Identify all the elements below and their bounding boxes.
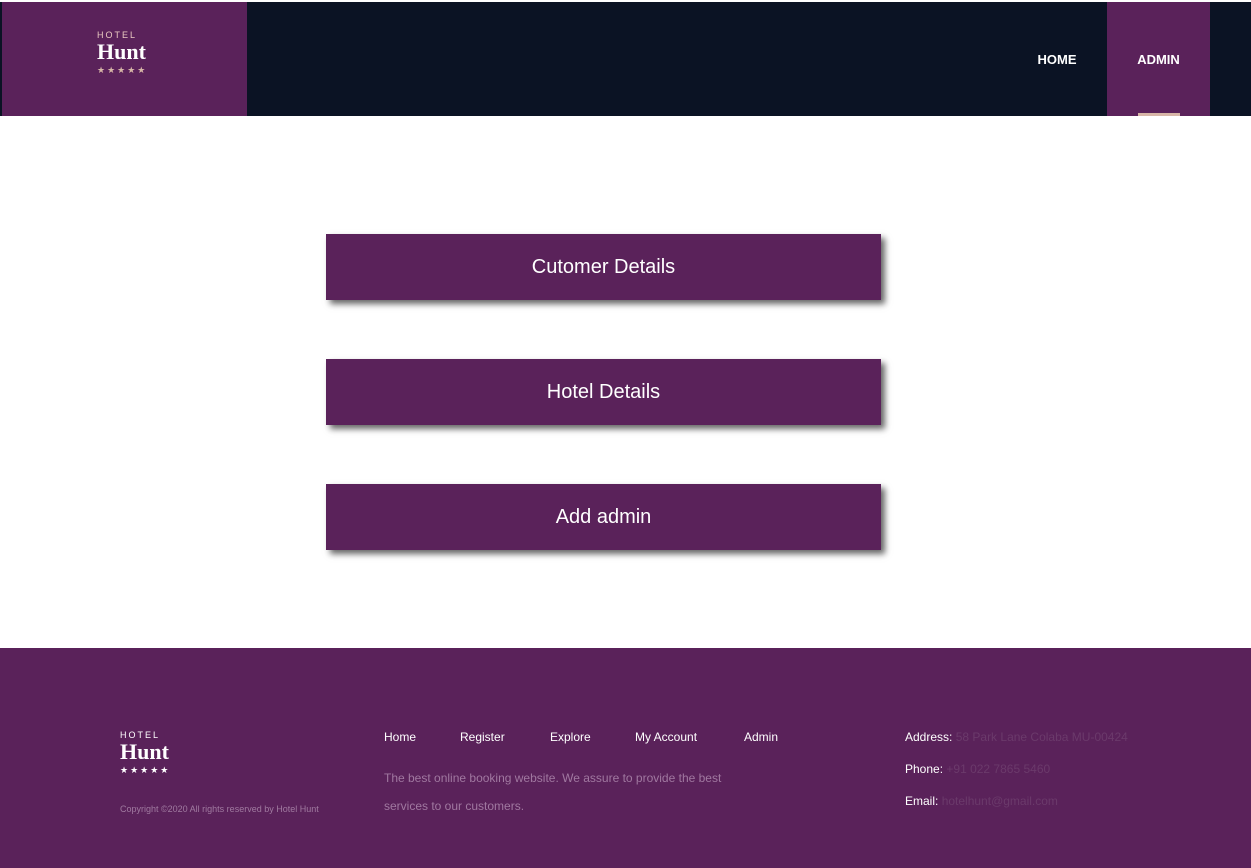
- footer-stars-icon: ★★★★★: [120, 765, 171, 775]
- phone-label: Phone:: [905, 762, 944, 776]
- address-value: 58 Park Lane Colaba MU-00424: [955, 730, 1128, 744]
- address-label: Address:: [905, 730, 953, 744]
- email-value[interactable]: hotelhunt@gmail.com: [942, 794, 1058, 808]
- hotel-details-button[interactable]: Hotel Details: [326, 359, 881, 425]
- site-footer: HOTEL Hunt ★★★★★ Copyright ©2020 All rig…: [0, 648, 1251, 868]
- footer-link-explore[interactable]: Explore: [550, 730, 591, 744]
- footer-link-register[interactable]: Register: [460, 730, 505, 744]
- footer-link-admin[interactable]: Admin: [744, 730, 778, 744]
- footer-link-my-account[interactable]: My Account: [635, 730, 697, 744]
- nav-active-indicator: [1138, 113, 1180, 116]
- footer-copyright: Copyright ©2020 All rights reserved by H…: [120, 804, 319, 814]
- nav-admin-label: ADMIN: [1137, 51, 1180, 67]
- footer-description: The best online booking website. We assu…: [384, 771, 722, 813]
- footer-logo-name: Hunt: [120, 739, 169, 764]
- logo-stars-icon: ★★★★★: [97, 65, 148, 75]
- nav-home-link[interactable]: HOME: [1022, 2, 1092, 116]
- contact-email: Email: hotelhunt@gmail.com: [905, 794, 1058, 808]
- add-admin-button[interactable]: Add admin: [326, 484, 881, 550]
- nav-admin-link[interactable]: ADMIN: [1107, 2, 1210, 116]
- header-logo[interactable]: HOTEL Hunt ★★★★★: [97, 30, 167, 76]
- logo-name: Hunt: [97, 39, 146, 64]
- header-logo-box[interactable]: HOTEL Hunt ★★★★★: [2, 2, 247, 116]
- contact-address: Address: 58 Park Lane Colaba MU-00424: [905, 730, 1128, 744]
- footer-link-home[interactable]: Home: [384, 730, 416, 744]
- site-header: HOTEL Hunt ★★★★★ HOME ADMIN: [0, 0, 1251, 116]
- customer-details-button[interactable]: Cutomer Details: [326, 234, 881, 300]
- footer-logo[interactable]: HOTEL Hunt ★★★★★: [120, 730, 190, 776]
- email-label: Email:: [905, 794, 939, 808]
- phone-value[interactable]: +91 022 7865 5460: [946, 762, 1050, 776]
- contact-phone: Phone: +91 022 7865 5460: [905, 762, 1050, 776]
